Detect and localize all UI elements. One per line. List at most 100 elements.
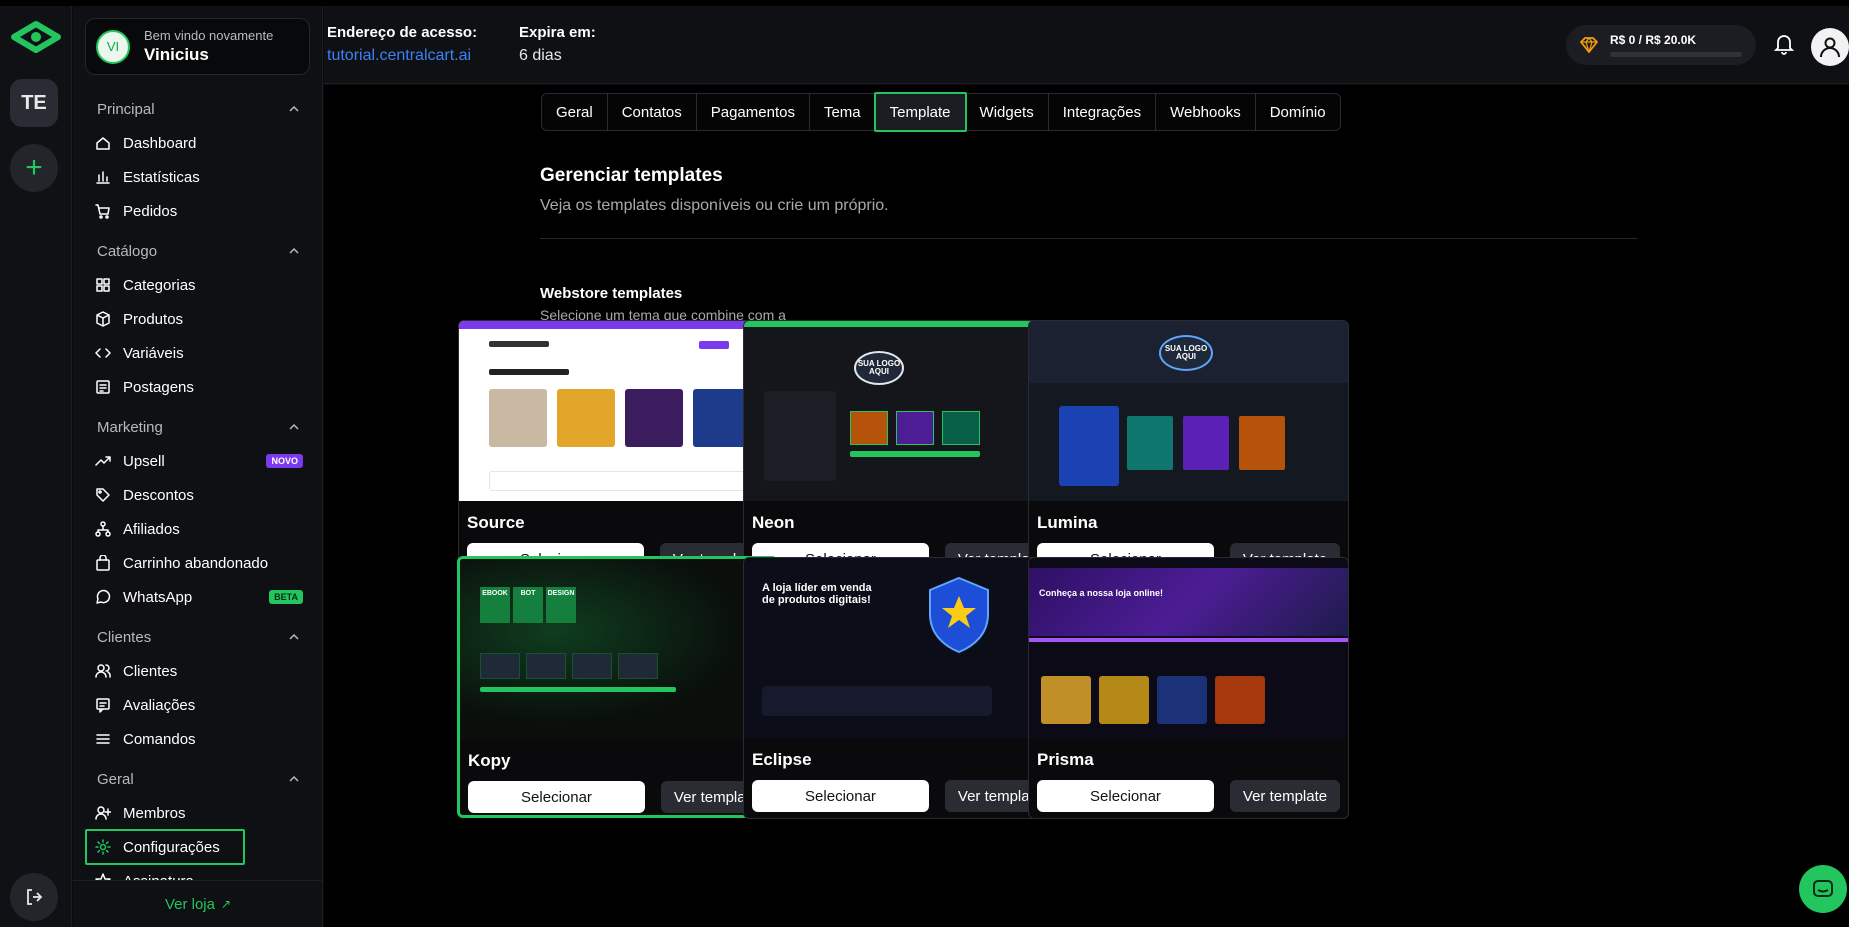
sidebar-item-upsell[interactable]: Upsell NOVO bbox=[73, 444, 323, 478]
badge-novo: NOVO bbox=[266, 454, 303, 468]
sidebar-item-estatísticas[interactable]: Estatísticas bbox=[73, 160, 323, 194]
preview-product bbox=[1215, 676, 1265, 724]
sidebar-item-label: Afiliados bbox=[123, 520, 180, 538]
page-subtitle: Veja os templates disponíveis ou crie um… bbox=[540, 197, 889, 214]
credit-widget[interactable]: R$ 0 / R$ 20.0K bbox=[1566, 25, 1756, 65]
sidebar-item-variáveis[interactable]: Variáveis bbox=[73, 336, 323, 370]
template-card-lumina: SUA LOGO AQUILuminaSelecionarVer templat… bbox=[1028, 320, 1349, 582]
access-url-link[interactable]: tutorial.centralcart.ai bbox=[327, 47, 477, 65]
arrow-up-right-icon: ↗ bbox=[220, 897, 232, 911]
section-header-geral[interactable]: Geral bbox=[73, 762, 323, 796]
tab-webhooks[interactable]: Webhooks bbox=[1156, 94, 1256, 130]
chevron-up-icon bbox=[289, 633, 299, 640]
section-title: Principal bbox=[97, 100, 155, 118]
sidebar-item-avaliações[interactable]: Avaliações bbox=[73, 688, 323, 722]
view-template-button[interactable]: Ver template bbox=[1230, 780, 1340, 812]
preview-shield-icon bbox=[929, 576, 989, 654]
tab-label: Domínio bbox=[1269, 103, 1326, 121]
section-title: Geral bbox=[97, 770, 134, 788]
section-header-principal[interactable]: Principal bbox=[73, 92, 323, 126]
icon-rail: TE + bbox=[0, 6, 72, 927]
template-preview: EBOOK BOT DESIGN bbox=[460, 559, 775, 739]
chevron-up-icon bbox=[289, 105, 299, 112]
settings-tabs: Geral Contatos Pagamentos Tema Template Widge… bbox=[541, 92, 1341, 132]
add-store-button[interactable]: + bbox=[10, 144, 58, 192]
welcome-card[interactable]: VI Bem vindo novamente Vinicius bbox=[85, 18, 310, 75]
select-template-button[interactable]: Selecionar bbox=[752, 780, 929, 812]
section-header-marketing[interactable]: Marketing bbox=[73, 410, 323, 444]
sidebar-item-clientes[interactable]: Clientes bbox=[73, 654, 323, 688]
sidebar-item-postagens[interactable]: Postagens bbox=[73, 370, 323, 404]
box-icon bbox=[95, 311, 111, 327]
sidebar-item-label: Categorias bbox=[123, 276, 196, 294]
tab-template[interactable]: Template bbox=[873, 92, 967, 132]
sidebar-item-membros[interactable]: Membros bbox=[73, 796, 323, 830]
sidebar-item-descontos[interactable]: Descontos bbox=[73, 478, 323, 512]
user-menu-button[interactable] bbox=[1811, 28, 1849, 66]
sidebar-item-carrinho-abandonado[interactable]: Carrinho abandonado bbox=[73, 546, 323, 580]
chat-icon bbox=[1813, 880, 1833, 897]
select-template-button[interactable]: Selecionar bbox=[468, 781, 645, 813]
chevron-up-icon bbox=[289, 247, 299, 254]
sidebar-item-whatsapp[interactable]: WhatsApp BETA bbox=[73, 580, 323, 614]
chevron-up-icon bbox=[289, 775, 299, 782]
code-icon bbox=[95, 345, 111, 361]
preview-headline: Conheça a nossa loja online! bbox=[1039, 588, 1164, 598]
sidebar-nav: Principal Dashboard Estatísticas Pedidos Cat… bbox=[73, 90, 323, 880]
network-icon bbox=[95, 521, 111, 537]
sidebar-item-label: Produtos bbox=[123, 310, 184, 328]
sidebar-item-comandos[interactable]: Comandos bbox=[73, 722, 323, 756]
template-card-eclipse: A loja líder em venda de produtos digita… bbox=[743, 557, 1064, 819]
preview-product bbox=[572, 653, 612, 679]
sidebar-item-configurações[interactable]: Configurações bbox=[73, 829, 323, 865]
tab-tema[interactable]: Tema bbox=[810, 94, 876, 130]
preview-product bbox=[489, 389, 547, 447]
sidebar-item-dashboard[interactable]: Dashboard bbox=[73, 126, 323, 160]
preview-headline: A loja líder em venda de produtos digita… bbox=[762, 582, 872, 606]
sidebar-item-label: Avaliações bbox=[123, 696, 196, 714]
tab-label: Webhooks bbox=[1170, 103, 1241, 121]
sidebar-item-afiliados[interactable]: Afiliados bbox=[73, 512, 323, 546]
sidebar-item-label: Postagens bbox=[123, 378, 194, 396]
preview-category: DESIGN bbox=[546, 587, 576, 623]
divider bbox=[540, 238, 1638, 239]
tab-label: Widgets bbox=[979, 103, 1034, 121]
tab-geral[interactable]: Geral bbox=[542, 94, 608, 130]
review-icon bbox=[95, 697, 111, 713]
preview-product bbox=[850, 411, 888, 445]
sidebar-item-label: Pedidos bbox=[123, 202, 178, 220]
section-header-catálogo[interactable]: Catálogo bbox=[73, 234, 323, 268]
see-store-link[interactable]: Ver loja ↗ bbox=[73, 880, 323, 927]
chat-button[interactable] bbox=[1799, 865, 1847, 913]
sidebar-item-pedidos[interactable]: Pedidos bbox=[73, 194, 323, 228]
logo-icon[interactable] bbox=[8, 18, 64, 56]
tab-widgets[interactable]: Widgets bbox=[966, 94, 1049, 130]
tab-domínio[interactable]: Domínio bbox=[1256, 94, 1340, 130]
highlight-box bbox=[85, 829, 245, 865]
template-name: Lumina bbox=[1037, 513, 1098, 532]
tab-pagamentos[interactable]: Pagamentos bbox=[697, 94, 810, 130]
sidebar-item-produtos[interactable]: Produtos bbox=[73, 302, 323, 336]
template-preview: SUA LOGO AQUI bbox=[744, 321, 1063, 501]
post-icon bbox=[95, 379, 111, 395]
template-name: Kopy bbox=[468, 751, 511, 770]
sidebar-item-label: Carrinho abandonado bbox=[123, 554, 269, 572]
plus-icon: + bbox=[25, 151, 43, 184]
store-switcher[interactable]: TE bbox=[10, 79, 58, 127]
tab-contatos[interactable]: Contatos bbox=[608, 94, 697, 130]
template-name: Prisma bbox=[1037, 750, 1094, 769]
sidebar-item-assinatura[interactable]: Assinatura bbox=[73, 864, 323, 880]
preview-product bbox=[1127, 416, 1173, 470]
users-icon bbox=[95, 663, 111, 679]
select-template-button[interactable]: Selecionar bbox=[1037, 780, 1214, 812]
template-card-prisma: Conheça a nossa loja online! Prisma Seleci… bbox=[1028, 557, 1349, 819]
tab-integrações[interactable]: Integrações bbox=[1049, 94, 1157, 130]
notifications-button[interactable] bbox=[1773, 33, 1795, 60]
tab-label: Geral bbox=[556, 103, 593, 121]
section-header-clientes[interactable]: Clientes bbox=[73, 620, 323, 654]
sidebar-item-categorias[interactable]: Categorias bbox=[73, 268, 323, 302]
section-title: Clientes bbox=[97, 628, 152, 646]
preview-product bbox=[557, 389, 615, 447]
preview-logo: SUA LOGO AQUI bbox=[854, 351, 904, 385]
logout-button[interactable] bbox=[10, 873, 58, 921]
